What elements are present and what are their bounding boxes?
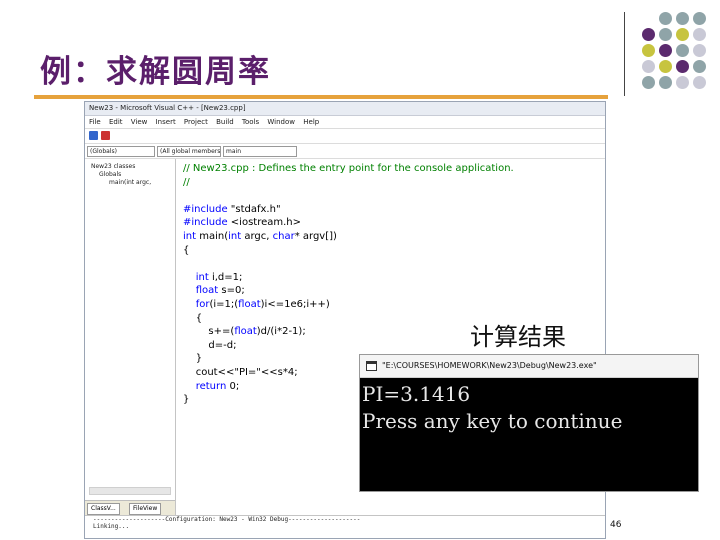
decorative-dot xyxy=(676,28,689,41)
build-output-line: Linking... xyxy=(93,523,130,530)
ide-title-bar: New23 - Microsoft Visual C++ - [New23.cp… xyxy=(85,102,605,116)
tree-item-main[interactable]: main(int argc, xyxy=(109,179,151,186)
code-line: cout<<"PI="<<s*4; xyxy=(183,367,298,378)
title-underline xyxy=(34,95,608,99)
tab-classview[interactable]: ClassV... xyxy=(87,503,120,515)
ide-wizard-bar: (Globals) (All global members) main xyxy=(85,144,605,159)
code-line: } xyxy=(183,394,190,406)
build-output-line: --------------------Configuration: New23… xyxy=(93,516,361,523)
console-output: PI=3.1416 Press any key to continue xyxy=(360,378,698,491)
menu-insert[interactable]: Insert xyxy=(156,118,176,126)
menu-tools[interactable]: Tools xyxy=(242,118,259,126)
decorative-dot xyxy=(659,12,672,25)
tree-item-classes[interactable]: New23 classes xyxy=(91,163,135,170)
decorative-dot xyxy=(659,60,672,73)
console-window: "E:\COURSES\HOMEWORK\New23\Debug\New23.e… xyxy=(359,354,699,492)
menu-build[interactable]: Build xyxy=(216,118,234,126)
code-line: } xyxy=(183,353,203,365)
members-combo[interactable]: (All global members) xyxy=(157,146,221,157)
function-combo[interactable]: main xyxy=(223,146,297,157)
decorative-dot xyxy=(659,28,672,41)
code-line: #include <iostream.h> xyxy=(183,217,302,229)
menu-edit[interactable]: Edit xyxy=(109,118,123,126)
decorative-dot xyxy=(642,76,655,89)
decorative-dot xyxy=(676,44,689,57)
result-label: 计算结果 xyxy=(466,317,570,352)
menu-view[interactable]: View xyxy=(131,118,148,126)
ide-toolbar xyxy=(85,129,605,144)
decorative-dot xyxy=(676,12,689,25)
page-number: 46 xyxy=(610,520,622,530)
tree-item-globals[interactable]: Globals xyxy=(99,171,121,178)
menu-project[interactable]: Project xyxy=(184,118,208,126)
decorative-dot xyxy=(642,60,655,73)
code-line: int i,d=1; xyxy=(195,271,243,283)
code-line: // New23.cpp : Defines the entry point f… xyxy=(183,163,514,174)
menu-help[interactable]: Help xyxy=(303,118,319,126)
slide-title: 例：求解圆周率 xyxy=(40,54,271,90)
decorative-dot xyxy=(693,76,706,89)
decorative-dot xyxy=(642,28,655,41)
decorative-dot xyxy=(693,60,706,73)
decorative-dot xyxy=(693,12,706,25)
decorative-dot xyxy=(693,28,706,41)
code-line: return 0; xyxy=(195,380,240,392)
workspace-scrollbar[interactable] xyxy=(89,487,171,495)
ide-menu-bar: File Edit View Insert Project Build Tool… xyxy=(85,116,605,129)
code-line: { xyxy=(183,312,203,324)
decorative-dot xyxy=(659,76,672,89)
decorative-dot xyxy=(693,44,706,57)
code-line: float s=0; xyxy=(195,285,245,297)
menu-file[interactable]: File xyxy=(89,118,101,126)
console-window-icon xyxy=(366,361,377,371)
decorative-dot xyxy=(676,76,689,89)
header-divider xyxy=(624,12,625,96)
code-line: for(i=1;(float)i<=1e6;i++) xyxy=(195,299,330,310)
code-line: { xyxy=(183,244,190,256)
decorative-dot xyxy=(676,60,689,73)
code-line: int main(int argc, char* argv[]) xyxy=(183,231,337,242)
toolbar-button-b[interactable] xyxy=(101,131,110,140)
scope-combo[interactable]: (Globals) xyxy=(87,146,155,157)
workspace-pane: New23 classes Globals main(int argc, Cla… xyxy=(85,159,176,515)
code-line: d=-d; xyxy=(183,339,237,351)
tab-fileview[interactable]: FileView xyxy=(129,503,162,515)
code-line: #include "stdafx.h" xyxy=(183,203,281,215)
menu-window[interactable]: Window xyxy=(267,118,295,126)
code-line: // xyxy=(183,176,190,188)
console-title-bar: "E:\COURSES\HOMEWORK\New23\Debug\New23.e… xyxy=(360,355,698,378)
console-output-line: PI=3.1416 xyxy=(362,382,471,406)
decorative-dot xyxy=(642,44,655,57)
decorative-dot xyxy=(659,44,672,57)
console-title: "E:\COURSES\HOMEWORK\New23\Debug\New23.e… xyxy=(382,361,597,370)
workspace-tabs: ClassV... FileView xyxy=(85,500,175,515)
code-line: s+=(float)d/(i*2-1); xyxy=(183,326,306,338)
build-output-pane: --------------------Configuration: New23… xyxy=(85,515,605,538)
toolbar-button-a[interactable] xyxy=(89,131,98,140)
console-output-line: Press any key to continue xyxy=(362,409,623,433)
decorative-dot-grid xyxy=(640,10,720,95)
